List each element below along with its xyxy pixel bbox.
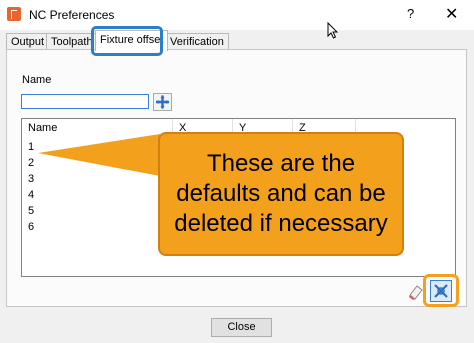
- tab-output-label: Output: [11, 36, 45, 48]
- tab-toolpath[interactable]: Toolpath: [46, 33, 98, 50]
- tab-fixture-offset-label: Fixture offset: [100, 34, 164, 46]
- title-bar: NC Preferences ? ✕: [0, 0, 474, 30]
- list-item[interactable]: 2: [28, 157, 34, 169]
- list-item[interactable]: 1: [28, 141, 34, 153]
- window-close-button[interactable]: ✕: [445, 4, 458, 24]
- list-item[interactable]: 6: [28, 221, 34, 233]
- add-crosshair-icon: [155, 95, 170, 109]
- delete-highlight-outline: [423, 274, 459, 307]
- window-title: NC Preferences: [29, 8, 115, 22]
- list-item[interactable]: 4: [28, 189, 34, 201]
- close-button[interactable]: Close: [211, 318, 272, 337]
- annotation-callout: These are the defaults and can be delete…: [158, 132, 404, 256]
- callout-text: These are the defaults and can be delete…: [174, 150, 388, 237]
- add-button[interactable]: [153, 93, 172, 111]
- list-item[interactable]: 5: [28, 205, 34, 217]
- tab-fixture-offset[interactable]: Fixture offset: [95, 30, 169, 51]
- mouse-cursor-icon: [327, 22, 339, 39]
- tab-toolpath-label: Toolpath: [51, 36, 93, 48]
- app-icon: [7, 7, 21, 21]
- tab-verification-label: Verification: [170, 36, 224, 48]
- name-label: Name: [22, 74, 52, 86]
- tab-verification[interactable]: Verification: [165, 33, 229, 50]
- list-item[interactable]: 3: [28, 173, 34, 185]
- tab-output[interactable]: Output: [6, 33, 50, 50]
- callout-pointer: [38, 134, 160, 176]
- help-button[interactable]: ?: [407, 6, 414, 21]
- name-input[interactable]: [21, 94, 149, 109]
